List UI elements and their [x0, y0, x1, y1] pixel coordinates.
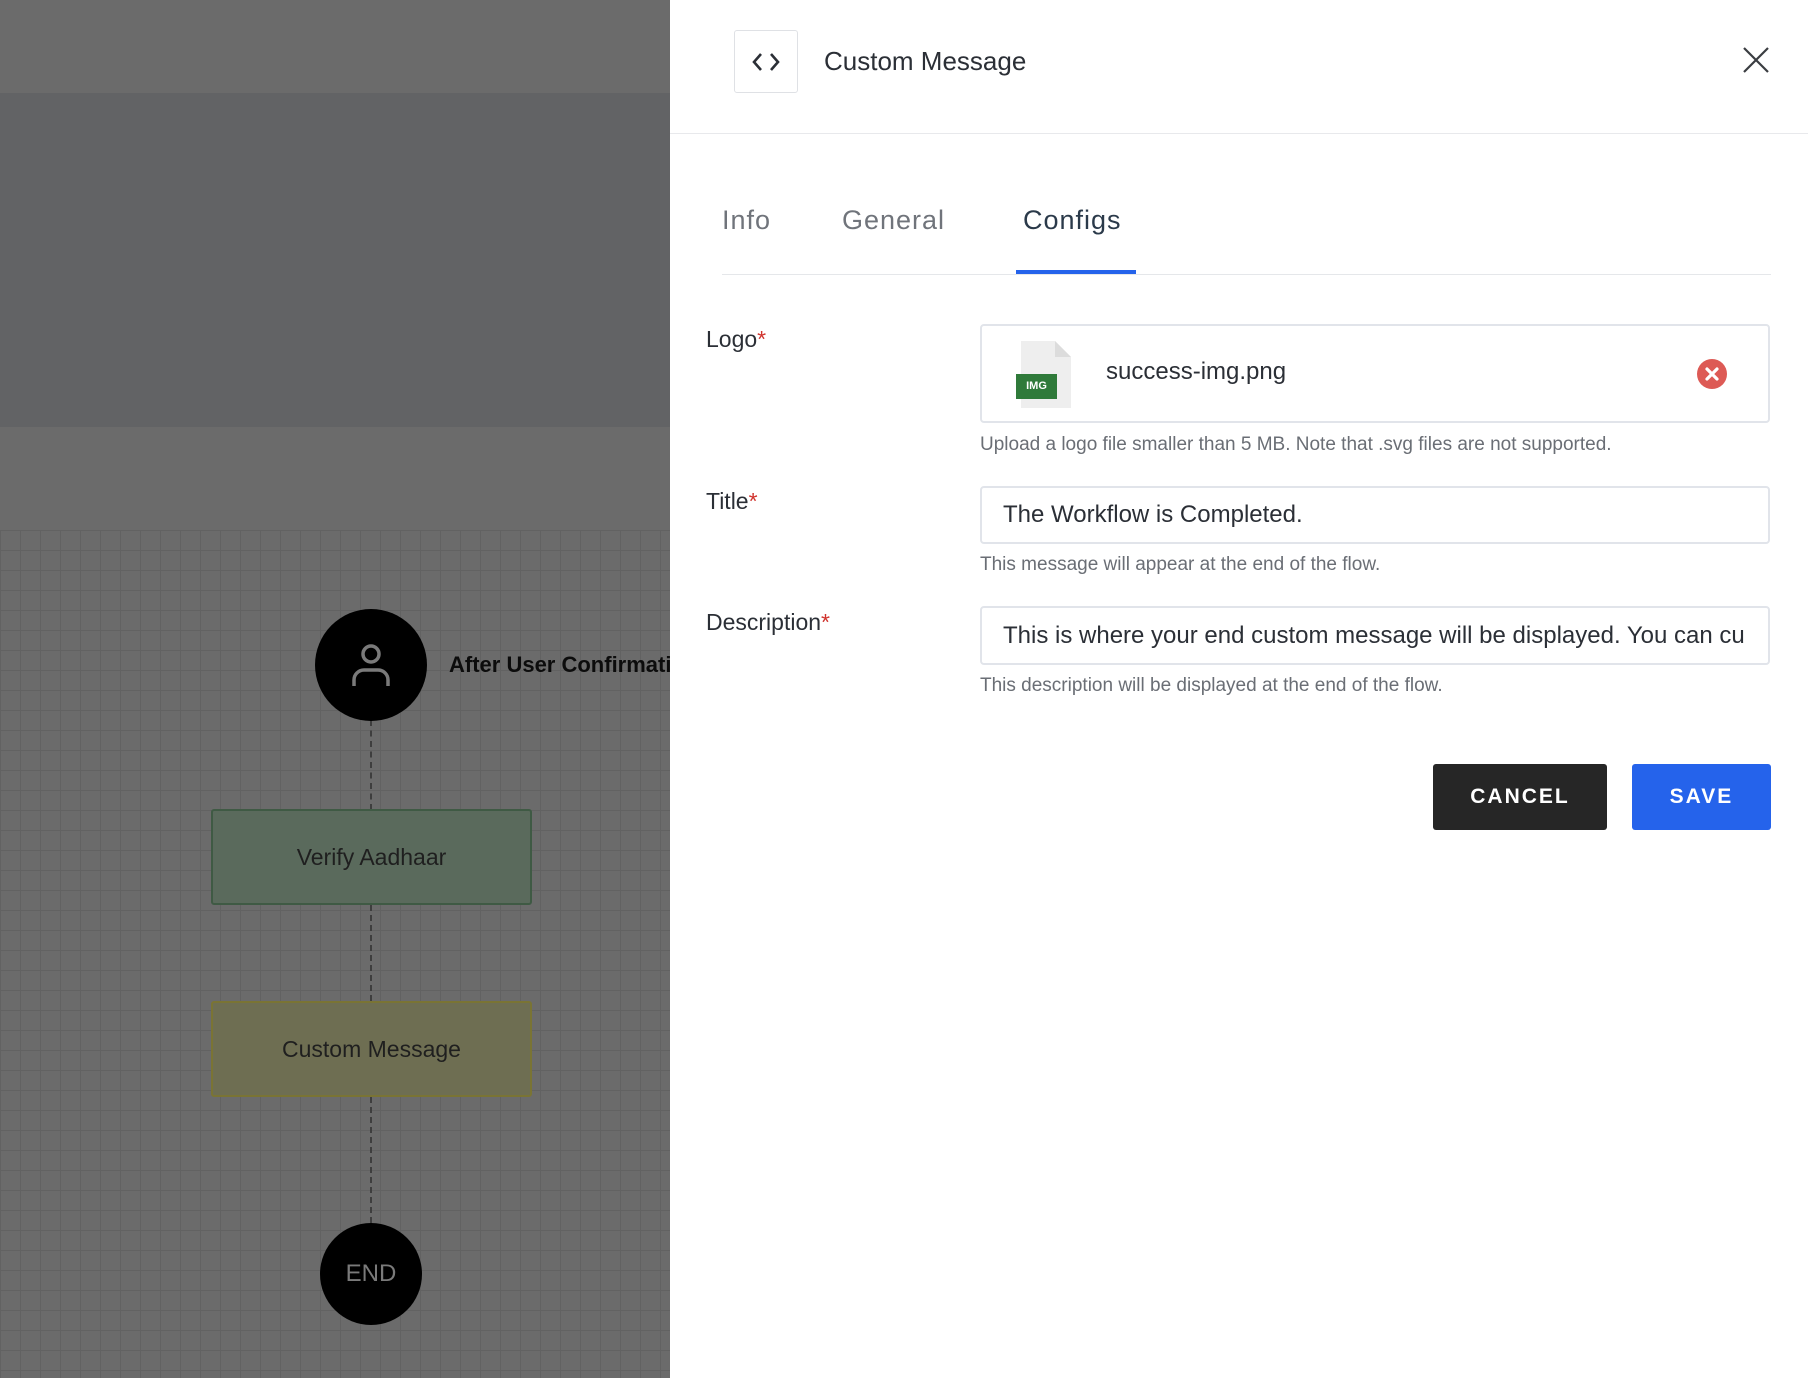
description-input[interactable]: This is where your end custom message wi… — [980, 606, 1770, 665]
cancel-button[interactable]: CANCEL — [1433, 764, 1607, 830]
description-label: Description* — [706, 609, 830, 635]
code-icon-box — [734, 30, 798, 93]
active-tab-indicator — [1016, 270, 1136, 274]
logo-label: Logo* — [706, 326, 767, 352]
node-verify-aadhaar[interactable]: Verify Aadhaar — [211, 809, 532, 905]
node-custom-message[interactable]: Custom Message — [211, 1001, 532, 1097]
panel-header: Custom Message — [670, 0, 1808, 134]
workflow-canvas: After User Confirmation Verify Aadhaar C… — [0, 0, 670, 1378]
image-file-icon: IMG — [1016, 341, 1071, 408]
tab-divider — [722, 274, 1771, 275]
logo-hint: Upload a logo file smaller than 5 MB. No… — [980, 434, 1612, 455]
connector — [370, 905, 372, 1001]
start-node-label: After User Confirmation — [449, 652, 670, 677]
close-icon[interactable] — [1742, 46, 1770, 74]
connector — [370, 720, 372, 810]
end-node[interactable]: END — [320, 1223, 422, 1325]
remove-file-icon[interactable] — [1697, 359, 1727, 389]
config-panel: Custom Message Info General Configs Logo… — [670, 0, 1808, 1378]
logo-file-name: success-img.png — [1106, 358, 1287, 385]
title-label: Title* — [706, 488, 758, 514]
user-icon — [352, 644, 390, 686]
save-button[interactable]: SAVE — [1632, 764, 1771, 830]
description-hint: This description will be displayed at th… — [980, 675, 1443, 696]
connector — [370, 1097, 372, 1223]
panel-title: Custom Message — [824, 46, 1027, 76]
tab-info[interactable]: Info — [722, 205, 771, 236]
start-node[interactable] — [315, 609, 427, 721]
tab-configs[interactable]: Configs — [1023, 205, 1122, 236]
tab-general[interactable]: General — [842, 205, 945, 236]
logo-file-field[interactable]: IMG success-img.png — [980, 324, 1770, 423]
code-icon — [752, 52, 780, 71]
title-hint: This message will appear at the end of t… — [980, 554, 1381, 575]
canvas-overlay-band — [0, 93, 670, 427]
title-input[interactable]: The Workflow is Completed. — [980, 486, 1770, 544]
